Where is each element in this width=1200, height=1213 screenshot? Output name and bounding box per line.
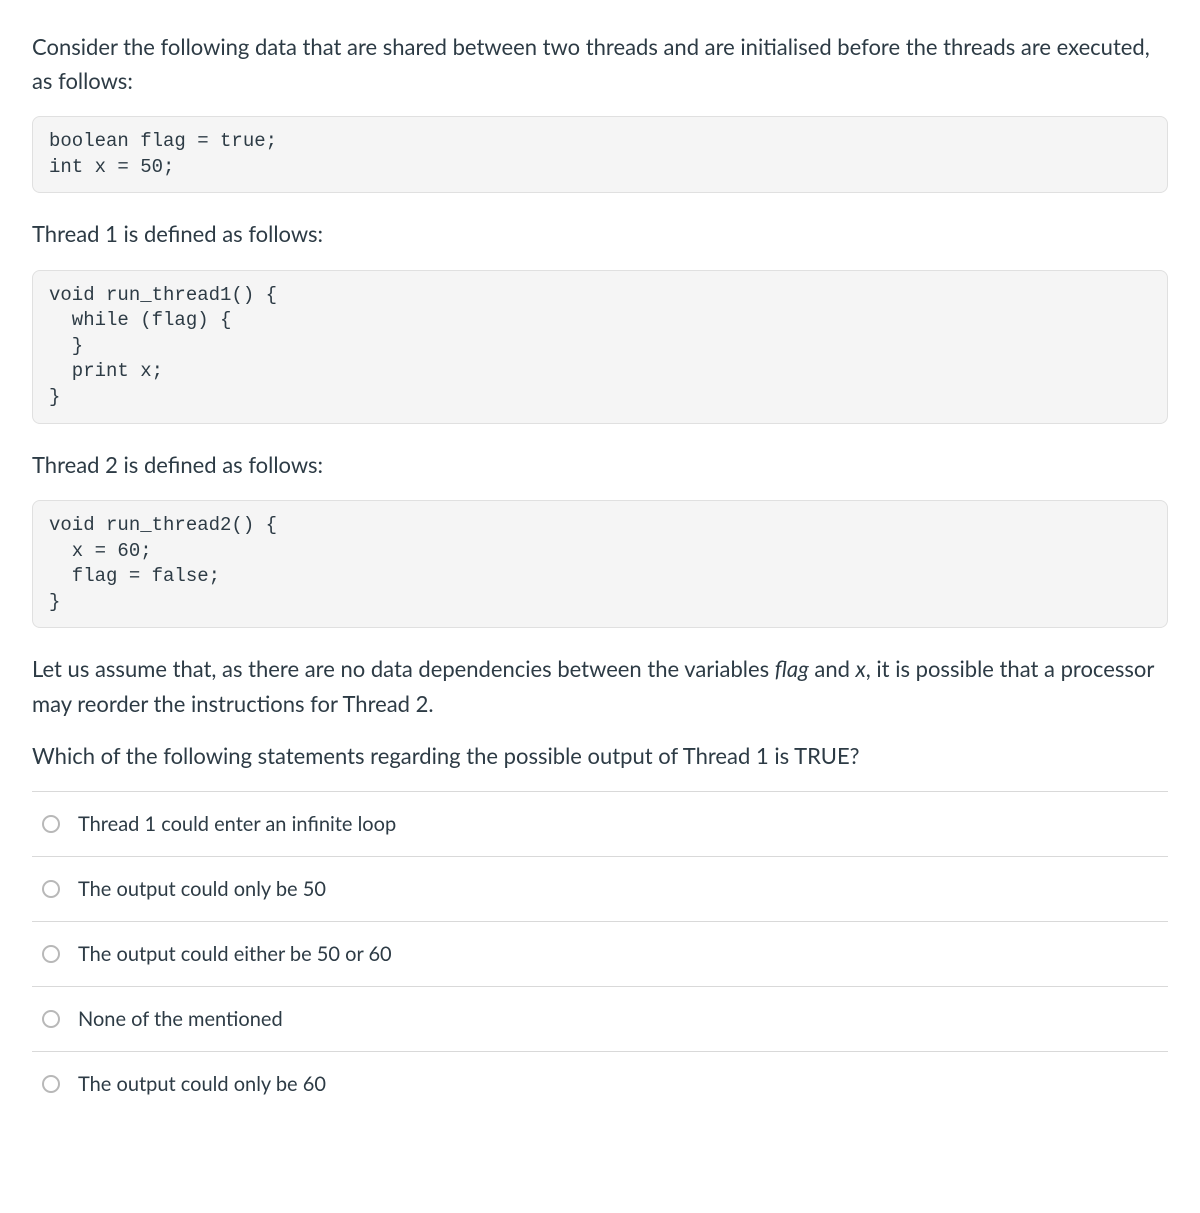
radio-icon[interactable] (42, 815, 60, 833)
answer-option-4[interactable]: The output could only be 60 (32, 1051, 1168, 1116)
radio-icon[interactable] (42, 945, 60, 963)
code-block-thread1: void run_thread1() { while (flag) { } pr… (32, 270, 1168, 424)
radio-icon[interactable] (42, 1010, 60, 1028)
answer-option-1[interactable]: The output could only be 50 (32, 856, 1168, 921)
assumption-var-x: x (856, 655, 866, 682)
answer-label: The output could only be 50 (78, 875, 326, 903)
answer-option-0[interactable]: Thread 1 could enter an infinite loop (32, 791, 1168, 856)
radio-icon[interactable] (42, 1075, 60, 1093)
code-block-init: boolean flag = true; int x = 50; (32, 116, 1168, 193)
answer-label: The output could only be 60 (78, 1070, 326, 1098)
question-body: Consider the following data that are sha… (32, 30, 1168, 773)
thread1-label: Thread 1 is defined as follows: (32, 217, 1168, 251)
answer-label: The output could either be 50 or 60 (78, 940, 392, 968)
assumption-mid: and (809, 655, 856, 682)
answer-option-2[interactable]: The output could either be 50 or 60 (32, 921, 1168, 986)
assumption-prefix: Let us assume that, as there are no data… (32, 655, 775, 682)
question-assumption: Let us assume that, as there are no data… (32, 652, 1168, 720)
answer-label: None of the mentioned (78, 1005, 283, 1033)
answer-option-3[interactable]: None of the mentioned (32, 986, 1168, 1051)
answers-list: Thread 1 could enter an infinite loop Th… (32, 791, 1168, 1116)
thread2-label: Thread 2 is defined as follows: (32, 448, 1168, 482)
question-prompt: Which of the following statements regard… (32, 739, 1168, 773)
code-block-thread2: void run_thread2() { x = 60; flag = fals… (32, 500, 1168, 629)
assumption-var-flag: flag (775, 655, 809, 682)
radio-icon[interactable] (42, 880, 60, 898)
question-intro: Consider the following data that are sha… (32, 30, 1168, 98)
answer-label: Thread 1 could enter an infinite loop (78, 810, 396, 838)
